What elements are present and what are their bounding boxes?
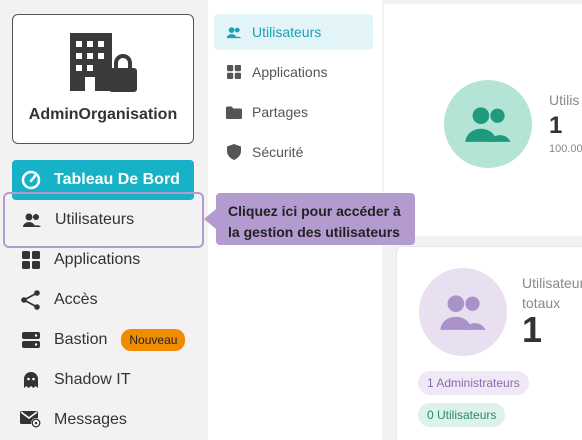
sidebar-item-label: Tableau De Bord: [54, 171, 180, 188]
sidebar-item-label: Messages: [54, 411, 127, 428]
sidebar-item-applications[interactable]: Applications: [12, 240, 194, 280]
users-icon: [440, 295, 486, 330]
sidebar-item-access[interactable]: Accès: [12, 280, 194, 320]
users-icon: [226, 24, 242, 40]
submenu-item-applications[interactable]: Applications: [214, 54, 373, 90]
onboarding-tooltip: Cliquez ici pour accéder à la gestion de…: [216, 193, 415, 245]
new-badge: Nouveau: [121, 329, 186, 351]
shield-icon: [226, 144, 242, 160]
sidebar-item-label: Accès: [54, 291, 98, 308]
dashboard-gauge-icon: [20, 169, 42, 191]
submenu-item-label: Partages: [252, 104, 309, 120]
active-users-label: Utilis: [549, 92, 580, 108]
submenu-item-security[interactable]: Sécurité: [214, 134, 373, 170]
active-users-value: 1: [549, 112, 563, 139]
sidebar-item-messages[interactable]: Messages: [12, 400, 194, 440]
users-icon: [465, 107, 511, 142]
sidebar-item-label: Applications: [54, 251, 141, 268]
active-users-percent: 100.00: [549, 143, 582, 155]
users-circle: [444, 80, 532, 168]
total-users-value: 1: [522, 309, 543, 350]
total-users-label: Utilisateur totaux: [522, 275, 582, 311]
org-name: AdminOrganisation: [28, 106, 178, 123]
ghost-icon: [20, 369, 42, 391]
org-card[interactable]: AdminOrganisation: [12, 14, 194, 144]
grid-icon: [226, 64, 242, 80]
submenu-item-label: Utilisateurs: [252, 24, 322, 40]
submenu-item-label: Applications: [252, 64, 328, 80]
admins-count-badge: 1 Administrateurs: [418, 371, 529, 395]
submenu-item-users[interactable]: Utilisateurs: [214, 14, 373, 50]
grid-icon: [20, 249, 42, 271]
sidebar-item-shadow-it[interactable]: Shadow IT: [12, 360, 194, 400]
sidebar-item-label: Bastion: [54, 331, 108, 348]
users-circle: [419, 268, 507, 356]
share-icon: [20, 289, 42, 311]
building-lock-icon: [70, 33, 137, 92]
submenu-item-shares[interactable]: Partages: [214, 94, 373, 130]
tooltip-arrow: [204, 209, 216, 229]
folder-icon: [226, 104, 242, 120]
mail-at-icon: [20, 409, 42, 431]
submenu-item-label: Sécurité: [252, 144, 304, 160]
sidebar: AdminOrganisation Tableau De Bord Utilis…: [0, 0, 208, 440]
sidebar-item-label: Shadow IT: [54, 371, 131, 388]
sidebar-item-label: Utilisateurs: [55, 211, 135, 228]
users-count-badge: 0 Utilisateurs: [418, 403, 506, 427]
users-icon: [21, 209, 43, 231]
total-users-card: Utilisateur totaux 1 1 Administrateurs 0…: [396, 246, 582, 440]
server-icon: [20, 329, 42, 351]
sidebar-item-bastion[interactable]: Bastion Nouveau: [12, 320, 194, 360]
